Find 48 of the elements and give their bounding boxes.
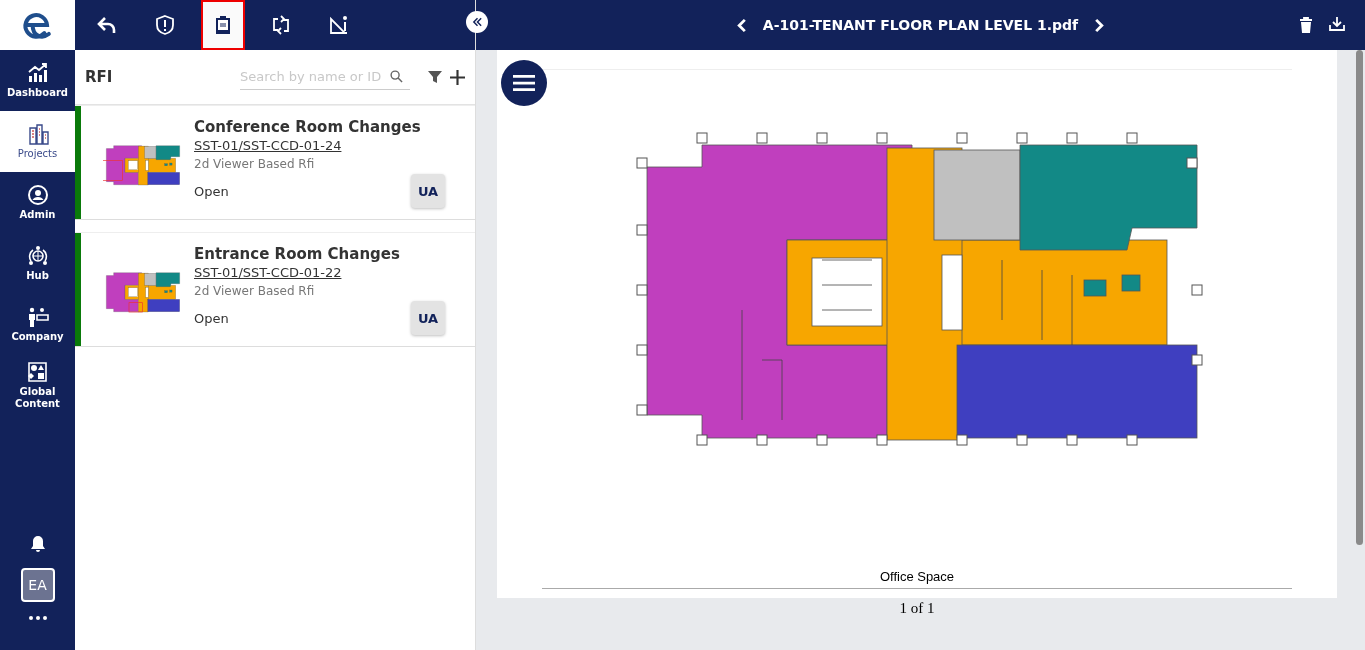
clipboard-icon[interactable]	[213, 15, 233, 35]
rfi-type: 2d Viewer Based Rfi	[194, 157, 316, 171]
page-caption: Office Space	[879, 569, 955, 584]
rfi-title: Conference Room Changes	[194, 118, 422, 136]
previous-icon[interactable]	[736, 17, 747, 33]
filter-icon[interactable]	[428, 70, 442, 84]
user-icon[interactable]	[26, 184, 49, 206]
nav-item[interactable]: Admin	[0, 172, 75, 233]
back-icon[interactable]	[97, 15, 117, 35]
download-icon[interactable]	[1329, 17, 1345, 31]
rfi-status: Open	[194, 183, 229, 199]
nav-item[interactable]: Projects	[0, 111, 75, 172]
page-indicator: 1 of 1	[898, 600, 936, 617]
globe-icon[interactable]	[26, 245, 49, 267]
next-icon[interactable]	[1094, 17, 1105, 33]
double-chevron-icon[interactable]	[471, 17, 483, 27]
more-icon[interactable]	[28, 616, 47, 620]
search-icon[interactable]	[390, 70, 403, 83]
rfi-card[interactable]: Conference Room Changes SST-01/SST-CCD-01-24 2d Viewer Based Rfi Open UA	[75, 105, 475, 220]
shield-icon[interactable]	[155, 15, 175, 35]
markup-icon[interactable]	[329, 15, 349, 35]
rfi-type: 2d Viewer Based Rfi	[194, 284, 316, 298]
shapes-icon[interactable]	[26, 361, 49, 383]
sync-icon[interactable]	[271, 15, 291, 35]
nav-item[interactable]: Global Content	[0, 355, 75, 416]
people-icon[interactable]	[26, 306, 49, 328]
assignee-badge: UA	[411, 301, 445, 335]
scrollbar-thumb[interactable]	[1356, 50, 1363, 545]
nav-item[interactable]: Company	[0, 294, 75, 355]
rfi-id-link[interactable]: SST-01/SST-CCD-01-24	[194, 138, 342, 153]
assignee-badge: UA	[411, 174, 445, 208]
tool-button[interactable]	[201, 0, 245, 50]
trash-icon[interactable]	[1299, 17, 1313, 33]
menu-icon[interactable]	[513, 74, 535, 92]
rfi-id-link[interactable]: SST-01/SST-CCD-01-22	[194, 265, 342, 280]
rfi-title: Entrance Room Changes	[194, 245, 401, 263]
panel-title: RFI	[85, 68, 114, 86]
logo-icon[interactable]	[0, 0, 75, 50]
rfi-status: Open	[194, 310, 229, 326]
menu-button[interactable]	[501, 60, 547, 106]
add-icon[interactable]	[450, 69, 465, 85]
rfi-card[interactable]: Entrance Room Changes SST-01/SST-CCD-01-22 2d Viewer Based Rfi Open UA	[75, 232, 475, 347]
document-title: A-101-TENANT FLOOR PLAN LEVEL 1.pdf	[762, 17, 1079, 33]
nav-item[interactable]: Dashboard	[0, 50, 75, 111]
nav-item[interactable]: Hub	[0, 233, 75, 294]
buildings-icon[interactable]	[26, 123, 49, 145]
user-avatar[interactable]: EA	[20, 568, 55, 602]
chart-icon[interactable]	[26, 62, 49, 84]
